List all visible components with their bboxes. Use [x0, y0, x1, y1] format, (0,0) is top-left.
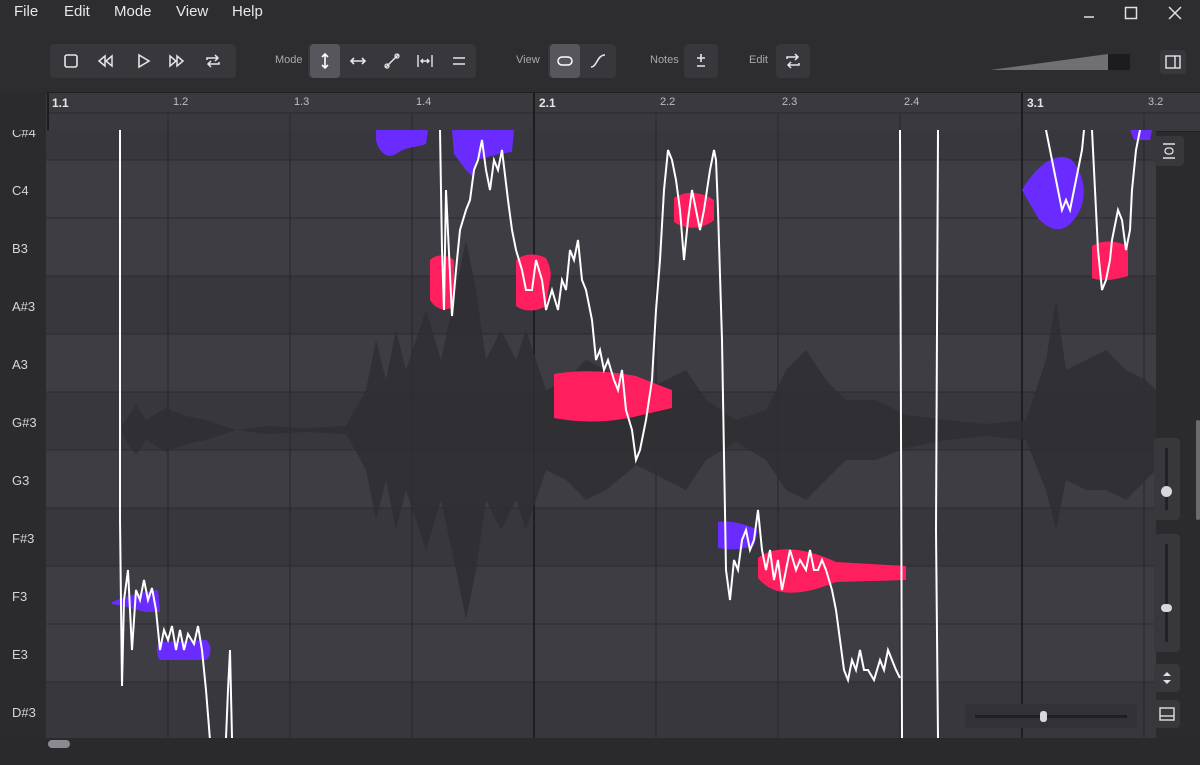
ruler-label: 1.3	[294, 96, 310, 108]
fit-horizontal-button[interactable]	[1154, 700, 1180, 728]
pitch-key-label: F3	[12, 589, 28, 604]
notes-group	[684, 44, 718, 78]
fast-forward-icon	[169, 54, 185, 68]
toolbar: Mode View Notes Edit	[0, 24, 1200, 92]
ruler-label: 3.1	[1027, 96, 1044, 110]
maximize-icon[interactable]	[1117, 2, 1145, 24]
notes-label: Notes	[650, 54, 679, 66]
curve-view-button[interactable]	[583, 44, 613, 78]
play-button[interactable]	[128, 44, 158, 78]
ruler-label: 1.1	[52, 96, 69, 110]
edit-swap-button[interactable]	[778, 44, 808, 78]
slider-track	[975, 715, 1127, 718]
time-tool-button[interactable]	[343, 44, 373, 78]
fast-forward-button[interactable]	[162, 44, 192, 78]
zoom-slider-top[interactable]	[1154, 438, 1180, 520]
pitch-editor-grid[interactable]	[46, 130, 1156, 738]
horizontal-scrollbar[interactable]	[0, 738, 1200, 765]
pitch-key-label: D#3	[12, 705, 36, 720]
equal-tool-button[interactable]	[444, 44, 474, 78]
curve-tool-icon	[384, 53, 400, 69]
ruler-label: 1.4	[416, 96, 432, 108]
slider-knob[interactable]	[1040, 711, 1047, 722]
pitch-keys-column: C#4 C4 B3 A#3 A3 G#3 G3 F#3 F3 E3 D#3	[0, 130, 46, 738]
swap-icon	[786, 53, 800, 69]
slider-track	[1165, 544, 1168, 642]
loop-button[interactable]	[198, 44, 228, 78]
view-label: View	[516, 54, 540, 66]
equal-icon	[453, 57, 465, 65]
edit-group	[776, 44, 810, 78]
vertical-stepper[interactable]	[1154, 664, 1180, 692]
play-icon	[138, 53, 151, 69]
horizontal-zoom-slider[interactable]	[965, 704, 1137, 728]
menu-bar: File Edit Mode View Help	[0, 0, 1200, 24]
pitch-key-label: A3	[12, 357, 28, 372]
vertical-scrollbar[interactable]	[1196, 420, 1200, 520]
ruler-label: 2.1	[539, 96, 556, 110]
volume-slider[interactable]	[990, 52, 1132, 72]
slider-knob[interactable]	[1161, 486, 1172, 497]
horizontal-arrows-icon	[349, 57, 367, 65]
timeline-ruler[interactable]: 1.1 1.2 1.3 1.4 2.1 2.2 2.3 2.4 3.1 3.2	[46, 92, 1200, 132]
vertical-arrows-icon	[321, 52, 329, 70]
split-tool-button[interactable]	[410, 44, 440, 78]
close-icon[interactable]	[1161, 2, 1189, 24]
note-blob-icon	[557, 56, 573, 66]
stop-icon	[64, 54, 78, 68]
mode-label: Mode	[275, 54, 303, 66]
plus-minus-icon	[697, 54, 705, 67]
pitch-key-label: E3	[12, 647, 28, 662]
stop-button[interactable]	[56, 44, 86, 78]
fit-vertical-button[interactable]	[1154, 136, 1184, 166]
mode-group	[308, 44, 476, 78]
pitch-key-label: G3	[12, 473, 30, 488]
draw-tool-button[interactable]	[377, 44, 407, 78]
edit-label: Edit	[749, 54, 768, 66]
loop-icon	[206, 54, 220, 68]
ruler-label: 2.2	[660, 96, 676, 108]
pitch-key-label: G#3	[12, 415, 37, 430]
curve-icon	[590, 54, 606, 68]
menu-help[interactable]: Help	[232, 3, 263, 20]
menu-view[interactable]: View	[176, 3, 208, 20]
right-controls	[1146, 130, 1200, 738]
rewind-icon	[97, 54, 113, 68]
up-down-icon	[1163, 672, 1171, 684]
pitch-key-label: A#3	[12, 299, 36, 314]
scroll-thumb[interactable]	[48, 740, 70, 748]
ruler-label: 2.3	[782, 96, 798, 108]
transport-group	[50, 44, 236, 78]
note-view-button[interactable]	[550, 44, 580, 78]
panel-bottom-icon	[1159, 707, 1175, 721]
fit-icon	[1163, 143, 1175, 159]
pitch-key-label: C#4	[12, 130, 36, 140]
minimize-icon[interactable]	[1075, 2, 1103, 24]
menu-file[interactable]: File	[14, 3, 38, 20]
slider-track	[1165, 448, 1168, 510]
slider-knob[interactable]	[1161, 604, 1172, 612]
rewind-button[interactable]	[90, 44, 120, 78]
pitch-tool-button[interactable]	[310, 44, 340, 78]
ruler-label: 2.4	[904, 96, 920, 108]
ruler-label: 3.2	[1148, 96, 1164, 108]
pitch-key-label: C4	[12, 183, 29, 198]
menu-edit[interactable]: Edit	[64, 3, 90, 20]
pitch-key-label: B3	[12, 241, 28, 256]
ruler-label: 1.2	[173, 96, 189, 108]
menu-mode[interactable]: Mode	[114, 3, 152, 20]
panel-toggle-button[interactable]	[1160, 50, 1186, 74]
pitch-key-label: F#3	[12, 531, 35, 546]
split-icon	[417, 55, 433, 67]
notes-plus-minus-button[interactable]	[686, 44, 716, 78]
view-group	[548, 44, 616, 78]
zoom-slider-bottom[interactable]	[1154, 534, 1180, 652]
sidebar-icon	[1165, 55, 1181, 69]
